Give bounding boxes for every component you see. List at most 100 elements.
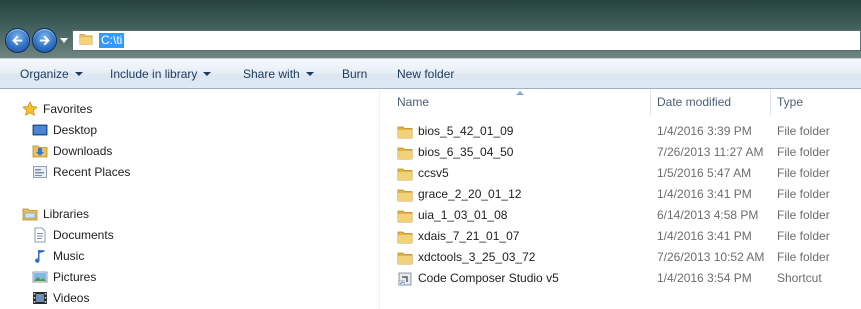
documents-icon <box>32 227 48 243</box>
table-row[interactable]: bios_6_35_04_50 7/26/2013 11:27 AM File … <box>386 142 861 163</box>
title-bar: C:\ti <box>0 0 861 58</box>
column-header-name[interactable]: Name <box>397 90 429 115</box>
pane-splitter[interactable] <box>379 90 386 309</box>
arrow-left-icon <box>12 35 23 46</box>
file-name: xdais_7_21_01_07 <box>418 229 520 243</box>
nav-videos[interactable]: Videos <box>32 288 89 308</box>
include-in-library-button[interactable]: Include in library <box>110 59 212 89</box>
nav-favorites-label: Favorites <box>43 102 93 116</box>
row-name: bios_5_42_01_09 <box>397 121 513 142</box>
nav-pictures[interactable]: Pictures <box>32 267 96 287</box>
file-date: 1/5/2016 5:47 AM <box>657 166 752 180</box>
file-date: 7/26/2013 10:52 AM <box>657 250 765 264</box>
file-date: 7/26/2013 11:27 AM <box>657 145 764 159</box>
star-icon <box>22 101 38 117</box>
row-name: xdais_7_21_01_07 <box>397 226 519 247</box>
folder-icon <box>397 187 413 203</box>
music-icon <box>32 248 48 264</box>
file-type: File folder <box>777 145 830 159</box>
arrow-right-icon <box>39 35 50 46</box>
file-name: bios_6_35_04_50 <box>418 145 514 159</box>
command-bar: Organize Include in library Share with B… <box>0 58 861 89</box>
nav-libraries-label: Libraries <box>43 207 90 221</box>
file-name: grace_2_20_01_12 <box>418 187 522 201</box>
file-type: File folder <box>777 250 830 264</box>
column-header-date-modified[interactable]: Date modified <box>657 90 731 115</box>
file-date: 1/4/2016 3:54 PM <box>657 271 752 285</box>
chevron-down-icon <box>74 71 83 76</box>
new-folder-button[interactable]: New folder <box>397 59 454 89</box>
burn-label: Burn <box>342 67 368 81</box>
nav-libraries[interactable]: Libraries <box>22 204 89 224</box>
file-type: File folder <box>777 124 830 138</box>
file-name: Code Composer Studio v5 <box>418 271 559 285</box>
nav-desktop-label: Desktop <box>53 123 98 137</box>
nav-downloads[interactable]: Downloads <box>32 141 112 161</box>
chevron-down-icon <box>305 71 314 76</box>
row-name: bios_6_35_04_50 <box>397 142 513 163</box>
table-row[interactable]: xdctools_3_25_03_72 7/26/2013 10:52 AM F… <box>386 247 861 268</box>
address-path[interactable]: C:\ti <box>99 33 125 48</box>
chevron-down-icon <box>203 71 212 76</box>
forward-button[interactable] <box>32 28 57 53</box>
file-type: File folder <box>777 166 830 180</box>
back-button[interactable] <box>5 28 30 53</box>
nav-music-label: Music <box>53 249 85 263</box>
file-name: bios_5_42_01_09 <box>418 124 514 138</box>
nav-documents[interactable]: Documents <box>32 225 114 245</box>
row-name: Code Composer Studio v5 <box>397 268 559 289</box>
folder-icon <box>397 124 413 140</box>
file-type: File folder <box>777 229 830 243</box>
folder-icon <box>397 166 413 182</box>
row-name: ccsv5 <box>397 163 449 184</box>
file-date: 1/4/2016 3:41 PM <box>657 187 752 201</box>
table-row[interactable]: uia_1_03_01_08 6/14/2013 4:58 PM File fo… <box>386 205 861 226</box>
navigation-pane: Favorites Desktop Downloads Recent Place… <box>0 90 379 309</box>
file-type: File folder <box>777 208 830 222</box>
file-date: 1/4/2016 3:39 PM <box>657 124 752 138</box>
chevron-down-icon <box>60 38 68 43</box>
nav-recent-places[interactable]: Recent Places <box>32 162 130 182</box>
shortcut-icon <box>397 271 413 287</box>
column-header-type-label: Type <box>777 95 804 109</box>
table-row[interactable]: ccsv5 1/5/2016 5:47 AM File folder <box>386 163 861 184</box>
column-divider[interactable] <box>770 90 771 115</box>
column-divider[interactable] <box>650 90 651 115</box>
column-header-type[interactable]: Type <box>777 90 803 115</box>
table-row[interactable]: Code Composer Studio v5 1/4/2016 3:54 PM… <box>386 268 861 289</box>
nav-favorites[interactable]: Favorites <box>22 99 92 119</box>
table-row[interactable]: grace_2_20_01_12 1/4/2016 3:41 PM File f… <box>386 184 861 205</box>
column-header-name-label: Name <box>397 95 430 109</box>
table-row[interactable]: xdais_7_21_01_07 1/4/2016 3:41 PM File f… <box>386 226 861 247</box>
burn-button[interactable]: Burn <box>342 59 367 89</box>
address-bar[interactable]: C:\ti <box>72 30 861 51</box>
nav-music[interactable]: Music <box>32 246 84 266</box>
recent-pages-dropdown[interactable] <box>59 36 69 46</box>
folder-icon <box>397 250 413 266</box>
downloads-folder-icon <box>32 143 48 159</box>
folder-icon <box>397 208 413 224</box>
share-with-button[interactable]: Share with <box>243 59 314 89</box>
file-date: 6/14/2013 4:58 PM <box>657 208 759 222</box>
nav-videos-label: Videos <box>53 291 90 305</box>
recent-places-icon <box>32 164 48 180</box>
file-name: xdctools_3_25_03_72 <box>418 250 536 264</box>
row-name: grace_2_20_01_12 <box>397 184 521 205</box>
row-name: uia_1_03_01_08 <box>397 205 507 226</box>
nav-desktop[interactable]: Desktop <box>32 120 97 140</box>
file-date: 1/4/2016 3:41 PM <box>657 229 752 243</box>
desktop-icon <box>32 122 48 138</box>
folder-icon <box>397 145 413 161</box>
file-name: ccsv5 <box>418 166 449 180</box>
nav-documents-label: Documents <box>53 228 114 242</box>
folder-icon <box>79 32 93 49</box>
nav-downloads-label: Downloads <box>53 144 113 158</box>
nav-pictures-label: Pictures <box>53 270 97 284</box>
include-in-library-label: Include in library <box>110 67 198 81</box>
file-type: Shortcut <box>777 271 822 285</box>
organize-button[interactable]: Organize <box>20 59 83 89</box>
table-row[interactable]: bios_5_42_01_09 1/4/2016 3:39 PM File fo… <box>386 121 861 142</box>
pictures-icon <box>32 269 48 285</box>
videos-icon <box>32 290 48 306</box>
sort-ascending-icon <box>516 91 524 95</box>
